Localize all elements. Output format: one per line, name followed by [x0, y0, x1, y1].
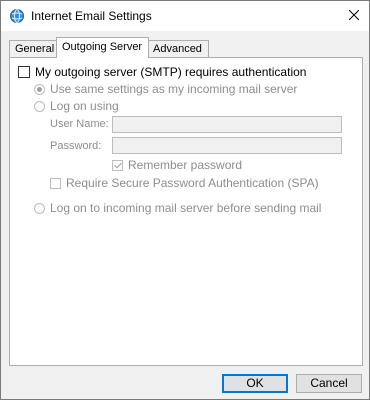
logon-incoming-row[interactable]: Log on to incoming mail server before se… — [34, 201, 321, 215]
logon-using-label: Log on using — [50, 99, 119, 113]
logon-using-row[interactable]: Log on using — [34, 99, 119, 113]
spa-label: Require Secure Password Authentication (… — [66, 176, 319, 190]
requires-auth-checkbox[interactable] — [18, 66, 30, 78]
logon-incoming-label: Log on to incoming mail server before se… — [50, 201, 322, 215]
username-field[interactable] — [112, 116, 342, 133]
requires-auth-label: My outgoing server (SMTP) requires authe… — [35, 65, 307, 79]
globe-envelope-icon — [9, 8, 25, 24]
cancel-button[interactable]: Cancel — [296, 374, 362, 393]
requires-auth-row[interactable]: My outgoing server (SMTP) requires authe… — [18, 65, 306, 79]
tab-general-label: General — [15, 43, 55, 55]
use-same-settings-radio[interactable] — [34, 83, 45, 95]
tab-advanced[interactable]: Advanced — [147, 40, 209, 57]
remember-password-label: Remember password — [128, 158, 243, 172]
remember-password-checkbox[interactable] — [112, 159, 123, 171]
cancel-button-label: Cancel — [310, 376, 348, 390]
logon-incoming-radio[interactable] — [34, 202, 45, 214]
close-icon — [348, 9, 360, 23]
tab-general[interactable]: General — [9, 40, 63, 57]
dialog-window: Internet Email Settings General Outgoing… — [0, 0, 370, 400]
ok-button-label: OK — [246, 376, 264, 390]
use-same-settings-label: Use same settings as my incoming mail se… — [50, 82, 298, 96]
close-button[interactable] — [339, 1, 369, 31]
title-bar: Internet Email Settings — [1, 1, 369, 31]
tab-outgoing-server[interactable]: Outgoing Server — [56, 37, 149, 58]
window-title: Internet Email Settings — [31, 9, 152, 23]
tab-outgoing-server-label: Outgoing Server — [62, 41, 143, 53]
spa-row[interactable]: Require Secure Password Authentication (… — [50, 176, 319, 190]
remember-password-row[interactable]: Remember password — [112, 158, 242, 172]
use-same-settings-row[interactable]: Use same settings as my incoming mail se… — [34, 82, 297, 96]
outgoing-server-panel: My outgoing server (SMTP) requires authe… — [9, 57, 363, 366]
password-label: Password: — [50, 140, 102, 152]
spa-checkbox[interactable] — [50, 177, 61, 189]
password-field[interactable] — [112, 137, 342, 154]
ok-button[interactable]: OK — [222, 374, 288, 393]
logon-using-radio[interactable] — [34, 100, 45, 112]
username-label: User Name: — [50, 118, 109, 130]
tab-advanced-label: Advanced — [153, 43, 202, 55]
